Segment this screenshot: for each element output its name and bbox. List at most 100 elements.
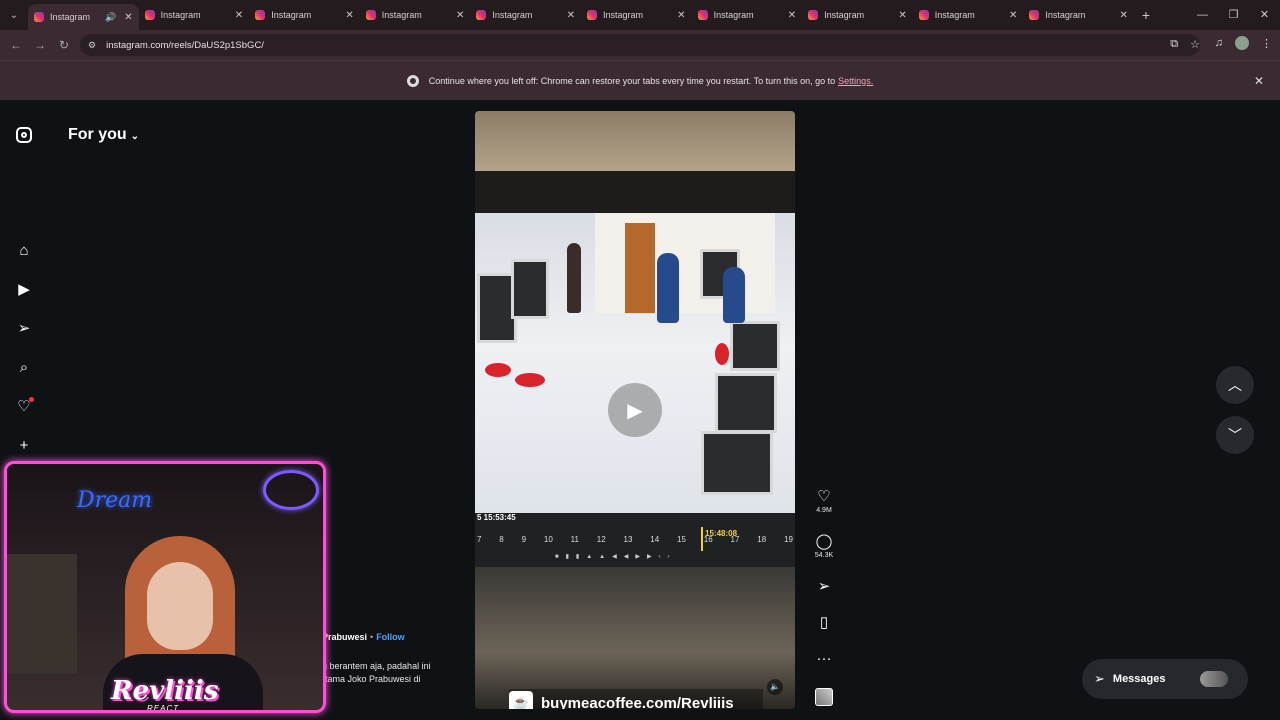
browser-tab[interactable]: Instagram ✕	[581, 0, 692, 30]
play-icon[interactable]: ▶	[608, 383, 662, 437]
caption-username[interactable]: Prabuwesi	[322, 632, 367, 642]
tab-label: Instagram	[50, 12, 91, 22]
streamer-brand-sub: REACT	[147, 704, 180, 713]
browser-tab[interactable]: Instagram ✕	[470, 0, 581, 30]
reel-video[interactable]: 5 15:53:45 15:48:08 7 8 9 10 11 12 13 14 15 16 17 1…	[475, 111, 795, 709]
tab-close-icon[interactable]: ✕	[898, 10, 906, 21]
neon-ring	[263, 470, 319, 510]
toolbar-right: ♫ ⋮	[1215, 36, 1272, 50]
notifications-heart-icon[interactable]: ♡	[14, 397, 34, 417]
tab-close-icon[interactable]: ✕	[788, 10, 796, 21]
feed-title: For you	[68, 126, 127, 143]
tab-close-icon[interactable]: ✕	[1120, 10, 1128, 21]
browser-tab[interactable]: Instagram ✕	[802, 0, 913, 30]
comment-action[interactable]: ◯ 54.3K	[810, 533, 838, 559]
timeline-tick: 17	[730, 535, 740, 544]
more-action[interactable]: ···	[810, 650, 838, 668]
minimize-icon[interactable]: —	[1187, 0, 1218, 30]
timeline-tick: 7	[477, 535, 482, 544]
restore-icon[interactable]: ❐	[1218, 0, 1249, 30]
tab-audio-icon[interactable]: 🔊	[105, 12, 116, 23]
browser-tab[interactable]: Instagram ✕	[692, 0, 803, 30]
person-figure	[723, 267, 745, 323]
tab-close-icon[interactable]: ✕	[677, 10, 685, 21]
search-icon[interactable]: ⌕	[14, 358, 34, 378]
messages-avatars	[1200, 671, 1228, 687]
share-send-icon[interactable]: ➢	[810, 578, 838, 596]
tab-close-icon[interactable]: ✕	[235, 10, 243, 21]
chevron-up-icon: ︿	[1228, 377, 1242, 393]
install-app-icon[interactable]: ⧉	[1170, 38, 1178, 51]
bookmark-star-icon[interactable]: ☆	[1190, 38, 1200, 51]
office-booth	[730, 321, 780, 371]
person-figure	[567, 243, 581, 313]
close-window-icon[interactable]: ✕	[1249, 0, 1280, 30]
instagram-logo-icon[interactable]	[16, 127, 32, 143]
browser-tab[interactable]: Instagram ✕	[249, 0, 360, 30]
instagram-favicon-icon	[697, 10, 708, 20]
save-action[interactable]: ▯	[810, 614, 838, 632]
infobar-close-icon[interactable]: ✕	[1254, 74, 1264, 88]
create-plus-icon[interactable]: +	[14, 436, 34, 456]
tab-close-icon[interactable]: ✕	[1009, 10, 1017, 21]
profile-avatar[interactable]	[1235, 36, 1249, 50]
back-icon[interactable]: ←	[4, 38, 28, 52]
heart-icon[interactable]: ♡	[810, 488, 838, 506]
messages-button[interactable]: ➢ Messages	[1082, 659, 1248, 699]
tab-close-icon[interactable]: ✕	[345, 10, 353, 21]
timeline-tick: 10	[543, 535, 553, 544]
caption-line: rtama Joko Prabuwesi di	[322, 674, 421, 684]
browser-tab[interactable]: Instagram ✕	[139, 0, 250, 30]
feed-selector[interactable]: For you ⌄	[68, 126, 139, 144]
infobar-message: Continue where you left off: Chrome can …	[428, 75, 836, 86]
like-action[interactable]: ♡ 4.9M	[810, 488, 838, 514]
browser-tab[interactable]: Instagram ✕	[360, 0, 471, 30]
more-dots-icon[interactable]: ···	[810, 650, 838, 668]
home-icon[interactable]: ⌂	[14, 241, 34, 261]
new-tab-button[interactable]: +	[1134, 7, 1158, 23]
next-reel-button[interactable]: ﹀	[1216, 416, 1254, 454]
reload-icon[interactable]: ↻	[52, 38, 76, 52]
comment-icon[interactable]: ◯	[810, 533, 838, 551]
monitor-base-scene	[475, 567, 795, 709]
tab-close-icon[interactable]: ✕	[124, 12, 132, 23]
instagram-favicon-icon	[918, 10, 929, 20]
timeline-tick: 12	[596, 535, 606, 544]
reels-icon[interactable]: ▶	[14, 280, 34, 300]
tab-close-icon[interactable]: ✕	[567, 10, 575, 21]
browser-toolbar: ← → ↻ ⚙ instagram.com/reels/DaUS2p1SbGC/…	[0, 30, 1280, 60]
tab-close-icon[interactable]: ✕	[456, 10, 464, 21]
timeline-tick: 18	[757, 535, 767, 544]
bookmark-icon[interactable]: ▯	[810, 614, 838, 632]
infobar-settings-link[interactable]: Settings.	[838, 76, 873, 86]
direct-send-icon[interactable]: ➢	[14, 319, 34, 339]
browser-tab[interactable]: Instagram ✕	[913, 0, 1024, 30]
red-chair	[715, 343, 729, 365]
previous-reel-button[interactable]: ︿	[1216, 366, 1254, 404]
tab-label: Instagram	[492, 10, 533, 20]
address-bar[interactable]: ⚙ instagram.com/reels/DaUS2p1SbGC/	[80, 34, 1200, 56]
tab-label: Instagram	[381, 10, 422, 20]
caption-text[interactable]: g berantem aja, padahal ini rtama Joko P…	[322, 660, 482, 686]
neon-sign: Dream	[77, 488, 153, 513]
site-info-icon[interactable]: ⚙	[88, 40, 96, 51]
tab-search-button[interactable]: ⌄	[0, 0, 28, 30]
menu-kebab-icon[interactable]: ⋮	[1261, 37, 1272, 50]
watermark: ☕ buymeacoffee.com/Revliiis	[509, 689, 763, 709]
audio-thumbnail[interactable]	[815, 688, 833, 706]
browser-tab[interactable]: Instagram 🔊 ✕	[28, 4, 139, 30]
monitor-bezel	[475, 171, 795, 213]
url-text[interactable]: instagram.com/reels/DaUS2p1SbGC/	[106, 40, 264, 51]
browser-tab[interactable]: Instagram ✕	[1023, 0, 1134, 30]
timeline-scale: 7 8 9 10 11 12 13 14 15 16 17 18 19	[477, 535, 793, 544]
window-controls: — ❐ ✕	[1187, 0, 1280, 30]
media-control-icon[interactable]: ♫	[1215, 37, 1223, 49]
chevron-down-icon: ﹀	[1228, 427, 1242, 443]
streamer-face	[147, 562, 213, 650]
share-action[interactable]: ➢	[810, 578, 838, 596]
tab-label: Instagram	[713, 10, 754, 20]
mute-icon[interactable]: 🔈	[767, 679, 783, 695]
tab-label: Instagram	[160, 10, 201, 20]
follow-button[interactable]: Follow	[376, 632, 405, 642]
forward-icon[interactable]: →	[28, 38, 52, 52]
